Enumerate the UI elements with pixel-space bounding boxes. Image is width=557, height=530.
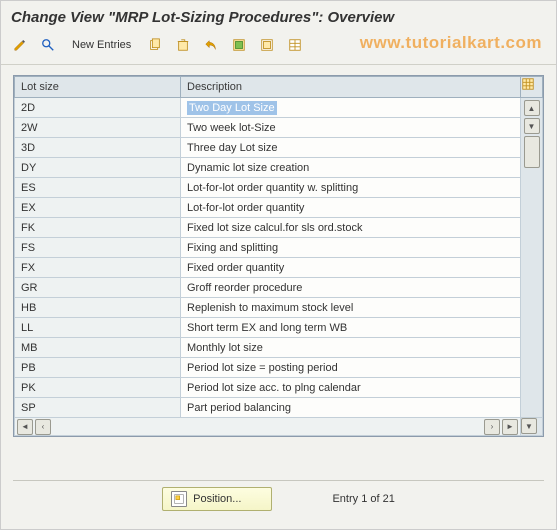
other-view-icon[interactable] (37, 34, 59, 56)
h-scroll-next-icon[interactable]: › (484, 419, 500, 435)
cell-lot-size[interactable]: MB (15, 338, 181, 358)
cell-description[interactable]: Part period balancing (181, 398, 521, 418)
cell-description[interactable]: Two week lot-Size (181, 118, 521, 138)
table-row[interactable]: HBReplenish to maximum stock level (15, 298, 543, 318)
cell-description[interactable]: Two Day Lot Size (181, 98, 521, 118)
table-row[interactable]: 2WTwo week lot-Size (15, 118, 543, 138)
cell-lot-size[interactable]: HB (15, 298, 181, 318)
table-row[interactable]: 3DThree day Lot size (15, 138, 543, 158)
position-label: Position... (193, 493, 241, 505)
cell-lot-size[interactable]: SP (15, 398, 181, 418)
table-row[interactable]: FKFixed lot size calcul.for sls ord.stoc… (15, 218, 543, 238)
col-header-description[interactable]: Description (181, 77, 521, 98)
cell-description[interactable]: Three day Lot size (181, 138, 521, 158)
cell-lot-size[interactable]: 2D (15, 98, 181, 118)
cell-lot-size[interactable]: GR (15, 278, 181, 298)
cell-description[interactable]: Fixing and splitting (181, 238, 521, 258)
page-title: Change View "MRP Lot-Sizing Procedures":… (1, 1, 556, 30)
cell-description[interactable]: Replenish to maximum stock level (181, 298, 521, 318)
v-scroll-up-icon[interactable]: ▲ (524, 100, 540, 116)
cell-lot-size[interactable]: ES (15, 178, 181, 198)
table-row[interactable]: MBMonthly lot size (15, 338, 543, 358)
cell-lot-size[interactable]: EX (15, 198, 181, 218)
cell-description[interactable]: Lot-for-lot order quantity (181, 198, 521, 218)
cell-description[interactable]: Monthly lot size (181, 338, 521, 358)
h-scroll-last-icon[interactable]: ► (502, 419, 518, 435)
cell-description[interactable]: Short term EX and long term WB (181, 318, 521, 338)
cell-lot-size[interactable]: FX (15, 258, 181, 278)
table-row[interactable]: 2DTwo Day Lot Size▲▼ (15, 98, 543, 118)
undo-icon[interactable] (200, 34, 222, 56)
deselect-all-icon[interactable] (256, 34, 278, 56)
table-header-row: Lot size Description (15, 77, 543, 98)
toggle-display-change-icon[interactable] (9, 34, 31, 56)
table-settings-icon[interactable] (284, 34, 306, 56)
cell-lot-size[interactable]: PB (15, 358, 181, 378)
v-scroll-thumb[interactable] (524, 136, 540, 168)
select-all-icon[interactable] (228, 34, 250, 56)
v-scroll-down-hint-icon[interactable]: ▼ (524, 118, 540, 134)
table-config-icon[interactable] (521, 77, 535, 91)
cell-description[interactable]: Fixed lot size calcul.for sls ord.stock (181, 218, 521, 238)
position-icon (171, 491, 187, 507)
cell-lot-size[interactable]: FK (15, 218, 181, 238)
table-row[interactable]: FSFixing and splitting (15, 238, 543, 258)
divider (13, 480, 544, 481)
col-header-config[interactable] (521, 77, 543, 98)
h-scroll-first-icon[interactable]: ◄ (17, 419, 33, 435)
table-row[interactable]: FXFixed order quantity (15, 258, 543, 278)
table-row[interactable]: SPPart period balancing (15, 398, 543, 418)
copy-icon[interactable] (144, 34, 166, 56)
toolbar: New Entries (1, 30, 556, 65)
cell-lot-size[interactable]: FS (15, 238, 181, 258)
table-row[interactable]: GRGroff reorder procedure (15, 278, 543, 298)
cell-description[interactable]: Period lot size acc. to plng calendar (181, 378, 521, 398)
app-window: Change View "MRP Lot-Sizing Procedures":… (0, 0, 557, 530)
cell-lot-size[interactable]: LL (15, 318, 181, 338)
cell-description[interactable]: Fixed order quantity (181, 258, 521, 278)
table-row[interactable]: LLShort term EX and long term WB (15, 318, 543, 338)
table-row[interactable]: ESLot-for-lot order quantity w. splittin… (15, 178, 543, 198)
cell-lot-size[interactable]: DY (15, 158, 181, 178)
v-scroll-down-icon[interactable]: ▼ (521, 418, 537, 434)
cell-lot-size[interactable]: 3D (15, 138, 181, 158)
footer: Position... Entry 1 of 21 (1, 487, 556, 511)
table-row[interactable]: EXLot-for-lot order quantity (15, 198, 543, 218)
data-table: Lot size Description 2DTwo Day Lot Size▲… (13, 75, 544, 437)
position-button[interactable]: Position... (162, 487, 272, 511)
col-header-lot-size[interactable]: Lot size (15, 77, 181, 98)
h-scrollbar-row: ◄ ‹ › ► ▼ (15, 418, 543, 436)
cell-description[interactable]: Dynamic lot size creation (181, 158, 521, 178)
cell-description[interactable]: Groff reorder procedure (181, 278, 521, 298)
table-row[interactable]: PBPeriod lot size = posting period (15, 358, 543, 378)
table-row[interactable]: PKPeriod lot size acc. to plng calendar (15, 378, 543, 398)
table-row[interactable]: DYDynamic lot size creation (15, 158, 543, 178)
h-scroll-prev-icon[interactable]: ‹ (35, 419, 51, 435)
cell-description[interactable]: Period lot size = posting period (181, 358, 521, 378)
entry-status: Entry 1 of 21 (332, 493, 394, 505)
cell-lot-size[interactable]: PK (15, 378, 181, 398)
new-entries-button[interactable]: New Entries (65, 36, 138, 54)
delete-icon[interactable] (172, 34, 194, 56)
cell-lot-size[interactable]: 2W (15, 118, 181, 138)
cell-description[interactable]: Lot-for-lot order quantity w. splitting (181, 178, 521, 198)
v-scroll-gutter: ▲▼ (521, 98, 543, 418)
